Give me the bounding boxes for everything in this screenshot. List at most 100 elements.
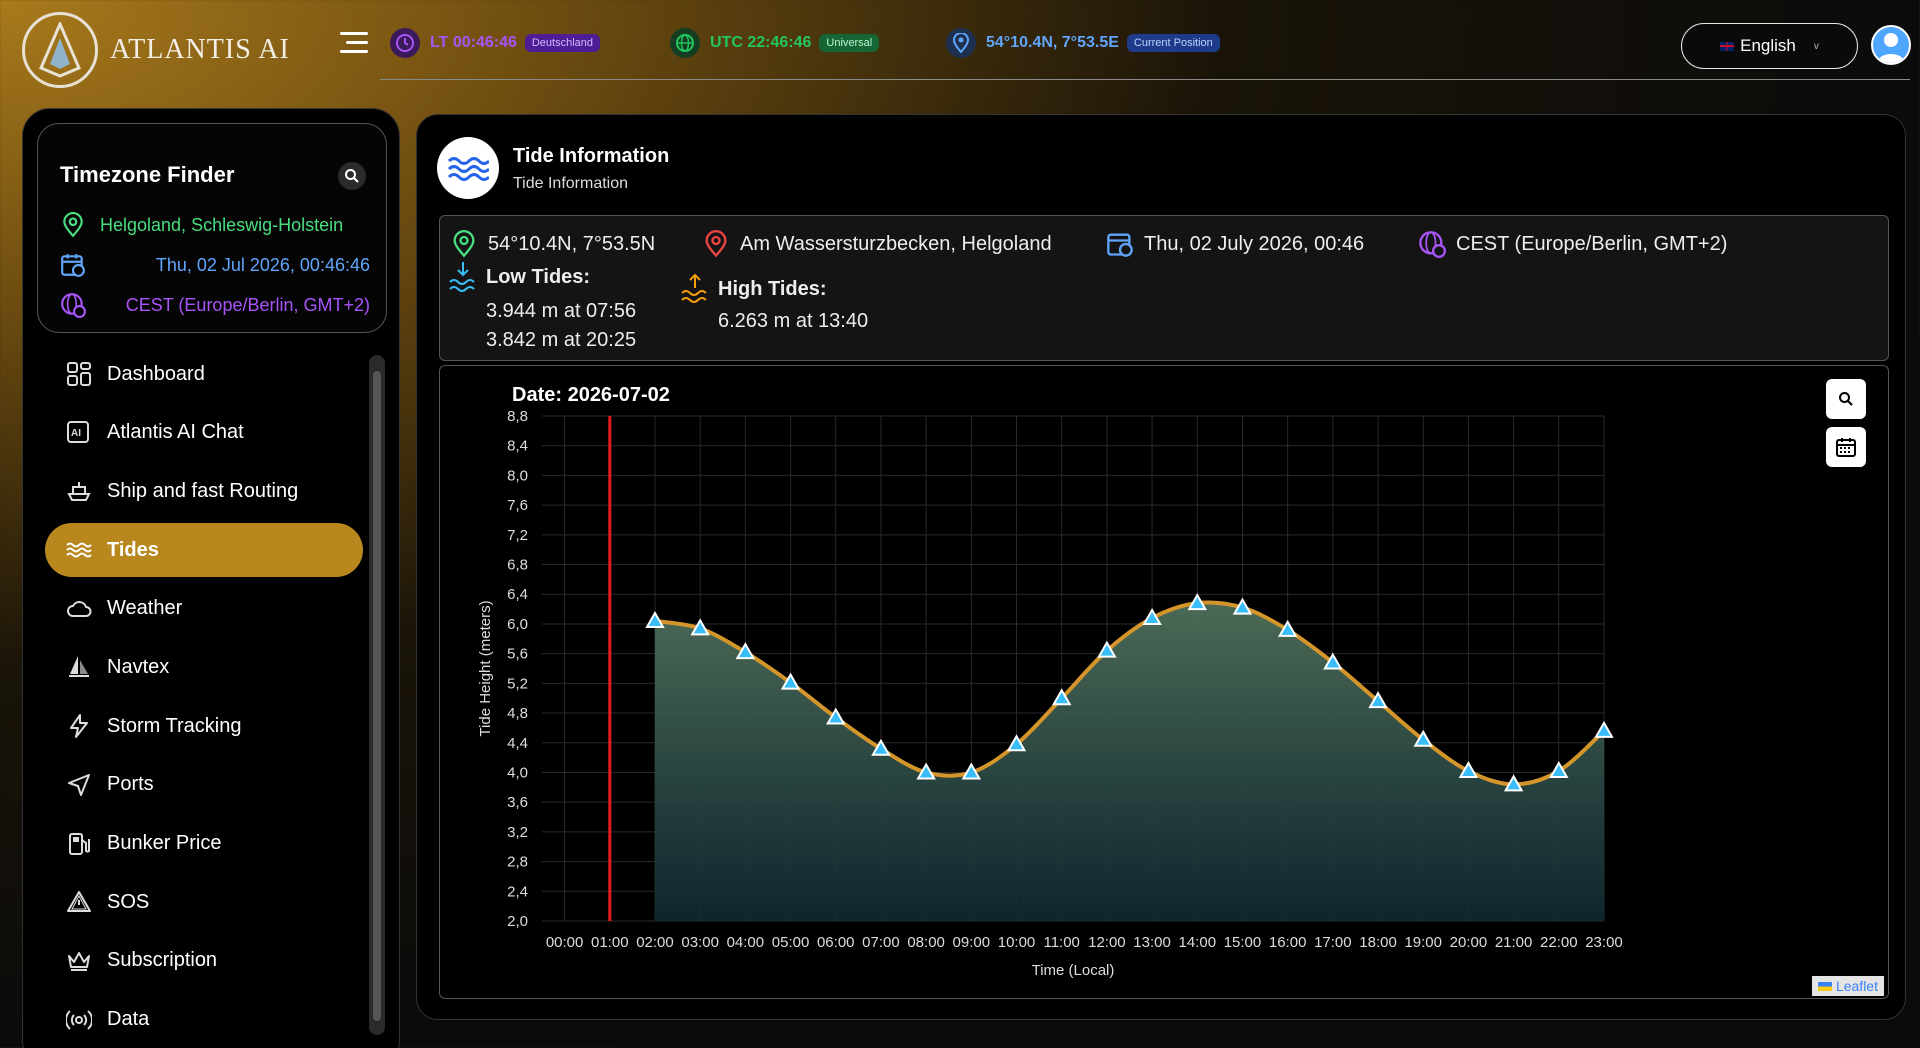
sidebar-item-label: Ship and fast Routing	[107, 479, 299, 502]
zoom-search-button[interactable]	[1826, 379, 1866, 419]
sidebar-item-data[interactable]: Data	[45, 993, 363, 1047]
sidebar-item-label: Storm Tracking	[107, 714, 242, 737]
sidebar-item-ship-and-fast-routing[interactable]: Ship and fast Routing	[45, 464, 363, 518]
low-tide-entry: 3.842 m at 20:25	[486, 329, 637, 351]
sailboat-icon	[65, 653, 93, 681]
x-tick-label: 15:00	[1224, 934, 1262, 951]
lt-time: 00:46:46	[452, 34, 517, 51]
low-tide-icon	[449, 262, 475, 292]
y-tick-label: 6,4	[507, 586, 528, 603]
position-badge: Current Position	[1126, 34, 1220, 52]
chart-title: Date: 2026-07-02	[512, 384, 670, 406]
language-label: English	[1740, 36, 1796, 55]
y-tick-label: 2,8	[507, 854, 528, 871]
sidebar-item-navtex[interactable]: Navtex	[45, 640, 363, 694]
timezone-finder-card: Timezone Finder Helgoland, Schleswig-Hol…	[37, 123, 387, 333]
x-tick-label: 05:00	[772, 934, 810, 951]
sidebar-item-weather[interactable]: Weather	[45, 582, 363, 636]
tide-chart-container: 2,0 2,4 2,8 3,2 3,6 4,0 4,4 4,8 5,2 5,6 6,0 6,4 6,8 7…	[439, 365, 1889, 999]
sidebar: Timezone Finder Helgoland, Schleswig-Hol…	[22, 108, 400, 1048]
position-status: 54°10.4N, 7°53.5E Current Position	[946, 28, 1220, 58]
y-tick-label: 5,2	[507, 675, 528, 692]
app-name: ATLANTIS AI	[110, 34, 290, 65]
low-tides-label: Low Tides:	[486, 265, 591, 288]
utc-label: UTC	[710, 34, 743, 51]
sidebar-item-ports[interactable]: Ports	[45, 758, 363, 812]
crown-icon	[65, 947, 93, 975]
sidebar-item-bunker-price[interactable]: Bunker Price	[45, 817, 363, 871]
sidebar-item-label: Weather	[107, 597, 183, 620]
zone-row: CEST (Europe/Berlin, GMT+2)	[1418, 230, 1727, 258]
cloud-icon	[65, 595, 93, 623]
sidebar-scrollbar[interactable]	[369, 355, 385, 1035]
sidebar-item-label: SOS	[107, 890, 150, 913]
user-avatar[interactable]	[1871, 25, 1911, 65]
panel-title: Tide Information	[513, 145, 670, 167]
lt-badge: Deutschland	[524, 34, 601, 52]
menu-toggle-icon[interactable]	[338, 30, 368, 56]
x-tick-label: 19:00	[1404, 934, 1442, 951]
tz-location-row: Helgoland, Schleswig-Holstein	[60, 212, 370, 238]
waves-icon	[65, 536, 93, 564]
y-tick-label: 8,0	[507, 467, 528, 484]
leaflet-attribution[interactable]: Leaflet	[1811, 976, 1884, 996]
y-tick-label: 8,4	[507, 438, 528, 455]
x-tick-label: 09:00	[953, 934, 991, 951]
sidebar-scroll-thumb[interactable]	[373, 371, 381, 1021]
high-tide-icon	[681, 274, 707, 303]
x-tick-label: 00:00	[546, 934, 584, 951]
calendar-clock-icon	[61, 254, 85, 277]
y-tick-label: 4,8	[507, 705, 528, 722]
x-tick-label: 06:00	[817, 934, 855, 951]
sidebar-item-subscription[interactable]: Subscription	[45, 934, 363, 988]
language-selector[interactable]: English v	[1681, 23, 1858, 69]
panel-subtitle: Tide Information	[513, 175, 629, 192]
x-tick-label: 04:00	[727, 934, 765, 951]
x-tick-label: 17:00	[1314, 934, 1352, 951]
sidebar-item-dashboard[interactable]: Dashboard	[45, 347, 363, 401]
search-icon[interactable]	[338, 162, 366, 190]
clock-icon	[390, 28, 420, 58]
leaflet-label: Leaflet	[1835, 978, 1878, 994]
y-tick-label: 2,4	[507, 883, 528, 900]
sidebar-item-label: Ports	[107, 773, 154, 796]
tide-chart[interactable]: 2,0 2,4 2,8 3,2 3,6 4,0 4,4 4,8 5,2 5,6 6,0 6,4 6,8 7…	[440, 366, 1888, 998]
sidebar-item-storm-tracking[interactable]: Storm Tracking	[45, 699, 363, 753]
tide-place: Am Wassersturzbecken, Helgoland	[740, 232, 1052, 255]
date-row: Thu, 02 July 2026, 00:46	[1106, 230, 1364, 258]
app-logo[interactable]: ATLANTIS AI	[22, 12, 290, 88]
fuel-pump-icon	[65, 830, 93, 858]
x-tick-label: 11:00	[1043, 934, 1079, 951]
location-pin-icon	[453, 230, 475, 258]
y-tick-label: 6,0	[507, 616, 528, 633]
y-tick-label: 3,2	[507, 824, 528, 841]
y-tick-label: 5,6	[507, 646, 528, 663]
x-tick-label: 18:00	[1359, 934, 1397, 951]
waves-icon	[437, 137, 499, 199]
tz-zone: CEST (Europe/Berlin, GMT+2)	[125, 294, 370, 315]
globe-clock-icon	[1419, 231, 1446, 258]
sidebar-item-tides[interactable]: Tides	[45, 523, 363, 578]
svg-text:AI: AI	[71, 428, 81, 439]
logo-emblem	[22, 12, 98, 88]
low-tides-block: Low Tides: 3.944 m at 07:56 3.842 m at 2…	[448, 260, 636, 352]
navigation-icon	[65, 771, 93, 799]
tz-datetime: Thu, 02 Jul 2026, 00:46:46	[155, 254, 370, 275]
tide-coords: 54°10.4N, 7°53.5N	[488, 232, 656, 255]
sidebar-item-label: Dashboard	[107, 362, 205, 385]
high-tides-label: High Tides:	[718, 277, 827, 300]
x-tick-label: 12:00	[1088, 934, 1126, 951]
x-tick-label: 02:00	[636, 934, 674, 951]
sidebar-item-atlantis-ai-chat[interactable]: AI Atlantis AI Chat	[45, 406, 363, 460]
map-pin-icon	[705, 230, 727, 258]
y-axis-label: Tide Height (meters)	[477, 600, 494, 736]
y-tick-label: 6,8	[507, 557, 528, 574]
calendar-button[interactable]	[1826, 427, 1866, 467]
search-icon	[1839, 392, 1853, 406]
y-tick-label: 3,6	[507, 794, 528, 811]
sidebar-nav: Dashboard AI Atlantis AI Chat Ship and fast…	[45, 347, 363, 1048]
x-tick-label: 23:00	[1585, 934, 1623, 951]
sidebar-item-sos[interactable]: SOS	[45, 875, 363, 929]
tide-area	[654, 602, 1604, 921]
calendar-clock-icon	[1107, 233, 1133, 257]
